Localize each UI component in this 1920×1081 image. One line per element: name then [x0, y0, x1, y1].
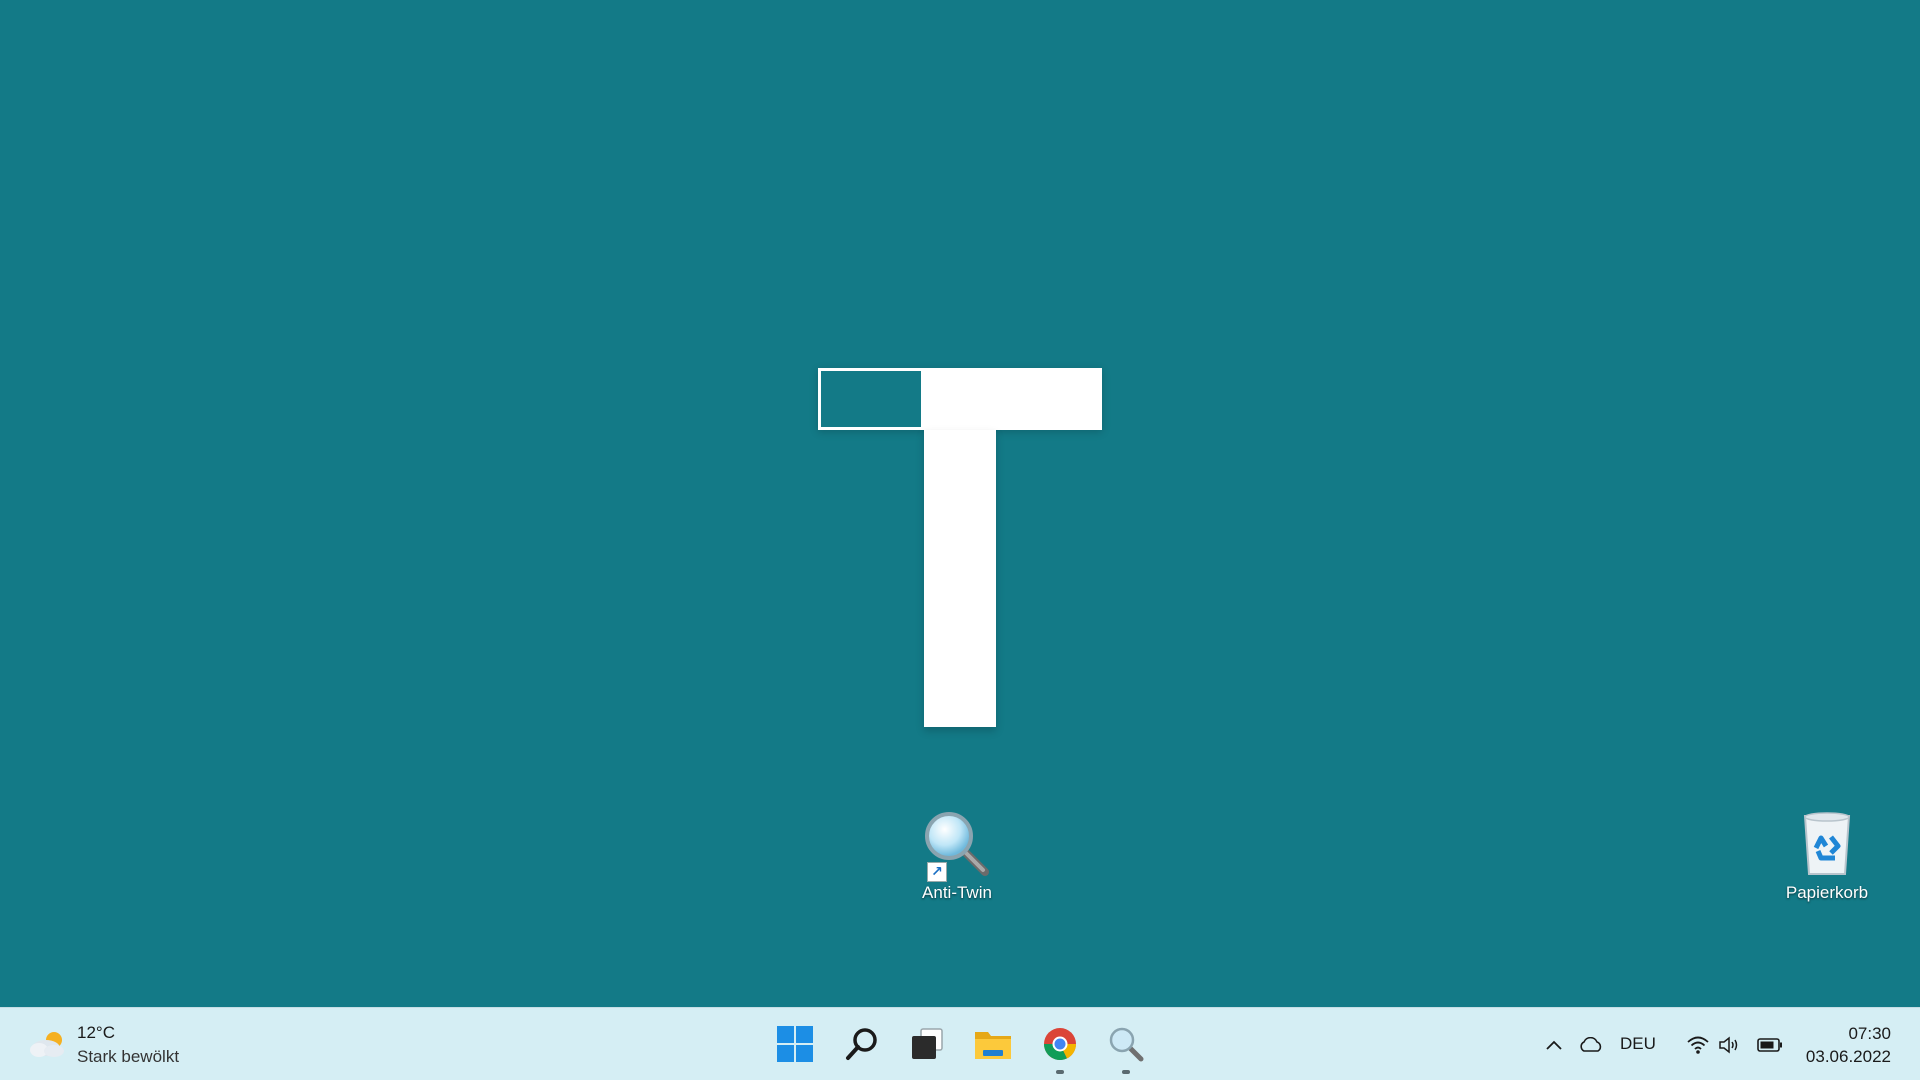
running-indicator	[1122, 1070, 1130, 1074]
taskbar: 12°C Stark bewölkt DEU 07:30 03.06.2022	[0, 1007, 1920, 1080]
shortcut-arrow-icon: ↗	[927, 862, 947, 882]
t-logo-cutout	[818, 368, 924, 430]
task-view-button[interactable]	[903, 1020, 951, 1068]
windows-start-icon	[777, 1026, 813, 1062]
onedrive-button[interactable]	[1576, 1008, 1606, 1081]
anti-twin-taskbar-button[interactable]	[1102, 1020, 1150, 1074]
wifi-icon	[1687, 1036, 1709, 1054]
desktop-icon-recycle-bin[interactable]: Papierkorb	[1772, 808, 1882, 903]
speaker-icon	[1719, 1035, 1738, 1054]
t-logo-stem	[924, 430, 996, 727]
clock-date: 03.06.2022	[1805, 1047, 1891, 1066]
input-language-indicator[interactable]: DEU	[1620, 1034, 1656, 1054]
onedrive-cloud-icon	[1580, 1036, 1602, 1052]
battery-button[interactable]	[1756, 1008, 1784, 1081]
file-explorer-button[interactable]	[969, 1020, 1017, 1068]
battery-icon	[1757, 1037, 1782, 1052]
weather-temperature: 12°C	[77, 1023, 115, 1042]
desktop-icon-label: Papierkorb	[1785, 883, 1869, 902]
desktop-background[interactable]: ↗ Anti-Twin Papierkorb	[0, 0, 1920, 1007]
clock[interactable]: 07:30 03.06.2022	[1806, 1022, 1891, 1068]
start-button[interactable]	[771, 1020, 819, 1068]
running-indicator	[1056, 1070, 1064, 1074]
desktop-icon-anti-twin[interactable]: ↗ Anti-Twin	[902, 808, 1012, 903]
taskbar-search-button[interactable]	[838, 1020, 886, 1068]
task-view-icon	[912, 1028, 943, 1059]
weather-description: Stark bewölkt	[77, 1047, 180, 1066]
desktop-icon-label: Anti-Twin	[922, 883, 992, 902]
volume-button[interactable]	[1716, 1008, 1742, 1081]
partly-cloudy-icon	[28, 1028, 70, 1060]
chrome-button[interactable]	[1036, 1020, 1084, 1074]
magnifier-icon: ↗	[921, 808, 993, 882]
clock-time: 07:30	[1848, 1024, 1891, 1043]
chevron-up-icon	[1546, 1040, 1562, 1050]
chrome-icon	[1043, 1028, 1076, 1061]
search-icon	[846, 1028, 877, 1060]
recycle-bin-icon	[1791, 808, 1863, 880]
folder-icon	[975, 1032, 1011, 1059]
magnifier-icon	[1109, 1027, 1144, 1062]
show-hidden-icons-button[interactable]	[1542, 1008, 1566, 1081]
network-button[interactable]	[1684, 1008, 1712, 1081]
t-logo-top-bar	[818, 368, 1102, 430]
